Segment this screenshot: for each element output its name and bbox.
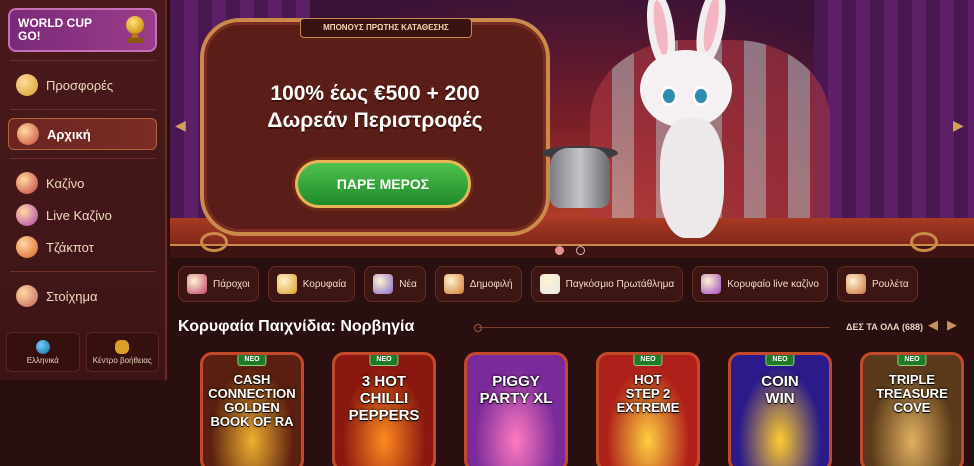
category-label: Κορυφαία	[302, 278, 347, 290]
category-pill[interactable]: Νέα	[364, 266, 426, 302]
help-label: Κέντρο βοήθειας	[92, 355, 152, 365]
chat-bubble-icon	[115, 339, 130, 354]
hero-banner: ΜΠΟΝΟΥΣ ΠΡΩΤΗΣ ΚΑΤΑΘΕΣΗΣ 100% έως €500 +…	[170, 0, 974, 258]
game-title: TRIPLE TREASURE COVE	[876, 372, 948, 415]
game-title: COIN WIN	[761, 373, 799, 407]
new-hat-icon	[373, 274, 394, 294]
section-title: Κορυφαία Παιχνίδια: Νορβηγία	[178, 318, 415, 335]
roulette-icon	[845, 274, 866, 294]
ornament-right	[910, 232, 938, 252]
games-row: ΝΕΟ CASH CONNECTION GOLDEN BOOK OF RA ΝΕΟ 3…	[200, 352, 964, 466]
carousel-dot[interactable]	[555, 246, 564, 255]
language-button[interactable]: Ελληνικά	[6, 332, 80, 372]
new-badge: ΝΕΟ	[237, 355, 267, 366]
carousel-dot[interactable]	[576, 246, 585, 255]
section-divider	[474, 324, 830, 332]
divider	[10, 60, 155, 61]
games-next-icon[interactable]: ▶	[947, 318, 957, 333]
magic-hat-icon	[550, 148, 610, 208]
promo-label: WORLD CUP GO!	[18, 16, 92, 43]
category-pill[interactable]: Ρουλέτα	[836, 266, 918, 302]
category-label: Δημοφιλή	[469, 278, 513, 290]
game-card[interactable]: PIGGY PARTY XL	[464, 352, 568, 466]
sidebar-item-label: Καζίνο	[46, 175, 85, 191]
divider	[10, 109, 155, 110]
sidebar-item-0[interactable]: Προσφορές	[8, 69, 157, 101]
divider	[10, 158, 155, 159]
sidebar-item-label: Live Καζίνο	[46, 207, 112, 223]
carousel-next-icon[interactable]: ▶	[953, 118, 964, 134]
game-card[interactable]: ΝΕΟ COIN WIN	[728, 352, 832, 466]
top-star-icon	[276, 274, 297, 294]
sidebar: WORLD CUP GO! Προσφορές Αρχική Καζίνο Live …	[0, 0, 167, 380]
rabbit-mascot-illustration	[542, 0, 770, 244]
live-casino-icon	[701, 274, 722, 294]
ornament-left	[200, 232, 228, 252]
game-title: 3 HOT CHILLI PEPPERS	[348, 373, 420, 424]
sidebar-item-label: Τζάκποτ	[46, 239, 94, 255]
sidebar-item-4[interactable]: Τζάκποτ	[8, 231, 157, 263]
new-badge: ΝΕΟ	[765, 355, 795, 366]
see-all-link[interactable]: ΔΕΣ ΤΑ ΟΛΑ (688)	[846, 322, 923, 332]
category-label: Κορυφαίο live καζίνο	[727, 278, 819, 290]
banner-title: 100% έως €500 + 200 Δωρεάν Περιστροφές	[267, 82, 483, 132]
language-label: Ελληνικά	[26, 355, 59, 365]
game-card[interactable]: ΝΕΟ HOT STEP 2 EXTREME	[596, 352, 700, 466]
game-card[interactable]: ΝΕΟ CASH CONNECTION GOLDEN BOOK OF RA	[200, 352, 304, 466]
sidebar-item-5[interactable]: Στοίχημα	[8, 280, 157, 312]
gift-star-icon	[16, 74, 38, 96]
circus-tent-icon	[17, 123, 39, 145]
category-pill[interactable]: Δημοφιλή	[434, 266, 522, 302]
football-icon	[539, 274, 560, 294]
sports-bet-icon	[16, 285, 38, 307]
providers-icon	[187, 274, 207, 294]
category-bar: Πάροχοι Κορυφαία Νέα Δημοφιλή Παγκόσμιο Πρωτ…	[178, 266, 918, 302]
game-title: HOT STEP 2 EXTREME	[616, 372, 680, 415]
divider	[10, 271, 155, 272]
sidebar-item-2[interactable]: Καζίνο	[8, 167, 157, 199]
banner-tag: ΜΠΟΝΟΥΣ ΠΡΩΤΗΣ ΚΑΤΑΘΕΣΗΣ	[300, 18, 472, 38]
new-badge: ΝΕΟ	[897, 355, 927, 366]
game-card[interactable]: ΝΕΟ TRIPLE TREASURE COVE	[860, 352, 964, 466]
carousel-dots	[555, 246, 585, 255]
category-pill[interactable]: Κορυφαία	[267, 266, 356, 302]
category-label: Νέα	[399, 278, 417, 290]
games-prev-icon[interactable]: ◀	[928, 318, 938, 333]
category-pill[interactable]: Παγκόσμιο Πρωτάθλημα	[530, 266, 684, 302]
new-badge: ΝΕΟ	[369, 355, 399, 366]
jackpot-wheel-icon	[16, 236, 38, 258]
game-title: PIGGY PARTY XL	[479, 373, 553, 407]
sidebar-item-3[interactable]: Live Καζίνο	[8, 199, 157, 231]
sidebar-item-label: Αρχική	[47, 126, 91, 142]
take-part-button[interactable]: ΠΑΡΕ ΜΕΡΟΣ	[295, 160, 471, 208]
help-center-button[interactable]: Κέντρο βοήθειας	[85, 332, 159, 372]
slot-reels-icon	[16, 172, 38, 194]
globe-icon	[35, 339, 50, 354]
popular-icon	[443, 274, 464, 294]
new-badge: ΝΕΟ	[633, 355, 663, 366]
sidebar-item-label: Στοίχημα	[46, 288, 98, 304]
sidebar-item-1[interactable]: Αρχική	[8, 118, 157, 150]
category-label: Πάροχοι	[213, 278, 250, 290]
trophy-icon	[123, 16, 147, 44]
category-pill[interactable]: Κορυφαίο live καζίνο	[692, 266, 828, 302]
carousel-prev-icon[interactable]: ◀	[175, 118, 186, 134]
game-title: CASH CONNECTION GOLDEN BOOK OF RA	[208, 372, 296, 429]
category-pill[interactable]: Πάροχοι	[178, 266, 259, 302]
sidebar-item-label: Προσφορές	[46, 77, 114, 93]
category-label: Ρουλέτα	[871, 278, 909, 290]
live-dealer-icon	[16, 204, 38, 226]
category-label: Παγκόσμιο Πρωτάθλημα	[565, 278, 675, 290]
world-cup-promo-button[interactable]: WORLD CUP GO!	[8, 8, 157, 52]
game-card[interactable]: ΝΕΟ 3 HOT CHILLI PEPPERS	[332, 352, 436, 466]
